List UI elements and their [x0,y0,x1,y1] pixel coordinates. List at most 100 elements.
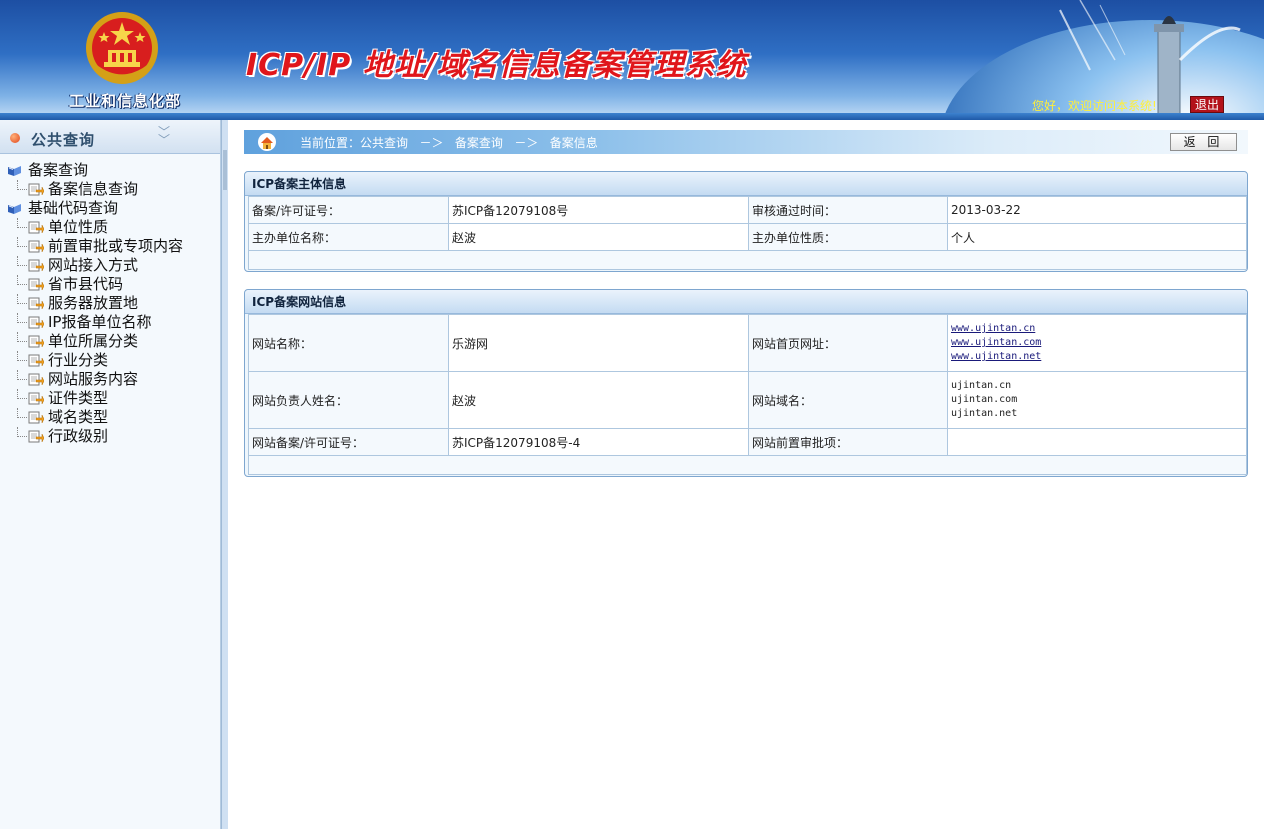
tree-connector [17,294,27,304]
site-license-label: 网站备案/许可证号： [248,428,449,456]
tree-item-label: IP报备单位名称 [48,313,152,331]
table-footer-cell [248,455,1247,475]
tree-item-label: 备案查询 [28,161,89,179]
tree-item[interactable]: 行政级别 [0,427,220,446]
document-arrow-icon [28,335,44,348]
owner-label: 网站负责人姓名： [248,371,449,429]
logout-button[interactable]: 退出 [1190,96,1224,113]
license-no-value: 苏ICP备12079108号 [448,196,749,224]
document-arrow-icon [28,297,44,310]
table-footer-row [248,250,1247,270]
tree-item-label: 单位所属分类 [48,332,139,350]
owner-value: 赵波 [448,371,749,429]
sidebar-splitter[interactable] [221,120,228,829]
document-arrow-icon [28,392,44,405]
homepage-links: www.ujintan.cn www.ujintan.com www.ujint… [947,314,1247,372]
table-row: 备案/许可证号： 苏ICP备12079108号 审核通过时间： 2013-03-… [248,196,1247,224]
homepage-link[interactable]: www.ujintan.com [951,336,1243,350]
tree-item-label: 服务器放置地 [48,294,139,312]
document-arrow-icon [28,430,44,443]
tree-connector [17,237,27,247]
site-license-value: 苏ICP备12079108号-4 [448,428,749,456]
system-title: ICP/IP 地址/域名信息备案管理系统 [246,48,747,83]
bullet-icon [10,133,20,143]
org-name: 工业和信息化部 [68,92,181,110]
tree-item[interactable]: 备案信息查询 [0,180,220,199]
preapproval-label: 网站前置审批项： [748,428,948,456]
welcome-text: 您好，欢迎访问本系统! [1032,99,1157,113]
breadcrumb: 当前位置：公共查询 －＞ 备案查询 －＞ 备案信息 [244,130,1248,154]
tree-connector [17,427,27,437]
site-panel-title: ICP备案网站信息 [245,290,1247,314]
homepage-link[interactable]: www.ujintan.net [951,350,1243,364]
tree-item[interactable]: 行业分类 [0,351,220,370]
document-arrow-icon [28,316,44,329]
site-info-panel: ICP备案网站信息 网站名称： 乐游网 网站首页网址： www.ujintan.… [244,289,1248,477]
approve-date-label: 审核通过时间： [748,196,948,224]
tree-connector [17,180,27,190]
tree-group[interactable]: 基础代码查询 [0,199,220,218]
approve-date-value: 2013-03-22 [947,196,1247,224]
site-name-value: 乐游网 [448,314,749,372]
back-button[interactable]: 返 回 [1170,133,1237,151]
tree-item[interactable]: 单位所属分类 [0,332,220,351]
tree-item[interactable]: 服务器放置地 [0,294,220,313]
tree-item[interactable]: 单位性质 [0,218,220,237]
site-info-table: 网站名称： 乐游网 网站首页网址： www.ujintan.cn www.uji… [248,314,1247,475]
tree-item-label: 域名类型 [48,408,109,426]
sidebar-header[interactable]: 公共查询 ﹀ ﹀ [0,120,220,154]
table-row: 主办单位名称： 赵波 主办单位性质： 个人 [248,223,1247,251]
tree-item[interactable]: 网站接入方式 [0,256,220,275]
tree-connector [17,389,27,399]
document-arrow-icon [28,354,44,367]
document-arrow-icon [28,183,44,196]
tree-item-label: 证件类型 [48,389,109,407]
homepage-label: 网站首页网址： [748,314,948,372]
splitter-grip[interactable] [223,150,227,190]
sponsor-name-value: 赵波 [448,223,749,251]
tree-item[interactable]: IP报备单位名称 [0,313,220,332]
table-row: 网站负责人姓名： 赵波 网站域名： ujintan.cn ujintan.com… [248,371,1247,429]
tree-connector [17,351,27,361]
document-arrow-icon [28,278,44,291]
breadcrumb-text: 当前位置：公共查询 －＞ 备案查询 －＞ 备案信息 [300,136,598,150]
tree-item[interactable]: 网站服务内容 [0,370,220,389]
sponsor-name-label: 主办单位名称： [248,223,449,251]
tree-item[interactable]: 前置审批或专项内容 [0,237,220,256]
tree-item[interactable]: 域名类型 [0,408,220,427]
domain-values: ujintan.cn ujintan.com ujintan.net [947,371,1247,429]
collapse-chevron-icon[interactable]: ﹀ ﹀ [158,126,170,146]
table-footer-cell [248,250,1247,270]
tree-group[interactable]: 备案查询 [0,161,220,180]
document-arrow-icon [28,240,44,253]
domain-value: ujintan.cn [951,380,1012,391]
tree-item[interactable]: 省市县代码 [0,275,220,294]
app-header: 工业和信息化部 ICP/IP 地址/域名信息备案管理系统 您好，欢迎访问本系统!… [0,0,1264,120]
preapproval-value [947,428,1247,456]
table-row: 网站备案/许可证号： 苏ICP备12079108号-4 网站前置审批项： [248,428,1247,456]
sidebar-title: 公共查询 [31,131,96,149]
tree-item-label: 行政级别 [48,427,109,445]
header-bottom-bar [0,113,1264,120]
subject-info-table: 备案/许可证号： 苏ICP备12079108号 审核通过时间： 2013-03-… [248,196,1247,270]
home-icon[interactable] [257,133,277,151]
tree-item-label: 备案信息查询 [48,180,139,198]
tree-item-label: 网站服务内容 [48,370,139,388]
table-footer-row [248,455,1247,475]
national-emblem-icon [86,12,158,84]
folder-book-icon [8,166,21,176]
tree-connector [17,218,27,228]
tree-item-label: 省市县代码 [48,275,124,293]
sponsor-type-value: 个人 [947,223,1247,251]
tree-connector [17,332,27,342]
subject-info-panel: ICP备案主体信息 备案/许可证号： 苏ICP备12079108号 审核通过时间… [244,171,1248,272]
tree-item-label: 单位性质 [48,218,109,236]
license-no-label: 备案/许可证号： [248,196,449,224]
homepage-link[interactable]: www.ujintan.cn [951,322,1243,336]
tree-item[interactable]: 证件类型 [0,389,220,408]
document-arrow-icon [28,221,44,234]
tree-item-label: 网站接入方式 [48,256,139,274]
tree-item-label: 基础代码查询 [28,199,119,217]
tree-connector [17,313,27,323]
site-name-label: 网站名称： [248,314,449,372]
